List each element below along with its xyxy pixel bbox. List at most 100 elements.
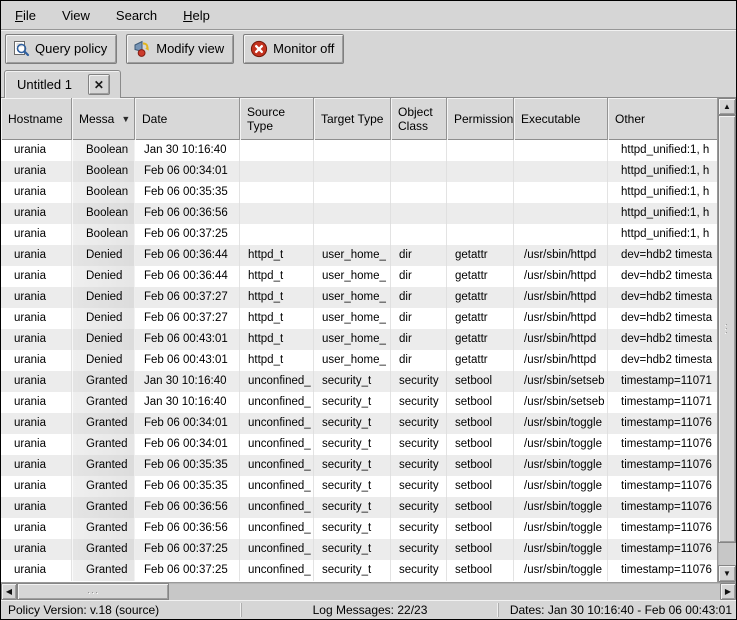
cell-hostname: urania — [1, 182, 72, 203]
table-row[interactable]: uraniaBooleanFeb 06 00:35:35httpd_unifie… — [1, 182, 717, 203]
table-row[interactable]: uraniaBooleanFeb 06 00:34:01httpd_unifie… — [1, 161, 717, 182]
column-header-executable[interactable]: Executable — [514, 98, 608, 140]
cell-permission: getattr — [447, 287, 514, 308]
cell-date: Jan 30 10:16:40 — [135, 392, 240, 413]
column-header-other[interactable]: Other — [608, 98, 717, 140]
cell-source_type: httpd_t — [240, 308, 314, 329]
cell-date: Feb 06 00:36:56 — [135, 518, 240, 539]
horizontal-scrollbar[interactable]: ◀ ··· ▶ — [1, 582, 736, 600]
table-row[interactable]: uraniaGrantedFeb 06 00:36:56unconfined_s… — [1, 518, 717, 539]
log-table: HostnameMessa▼DateSource Type Target Type… — [1, 98, 717, 582]
cell-target_type: security_t — [314, 497, 391, 518]
cell-executable: /usr/sbin/toggle — [514, 539, 608, 560]
toolbar-button-label: Modify view — [156, 41, 224, 56]
column-header-label: Target Type — [321, 112, 383, 126]
table-row[interactable]: uraniaBooleanJan 30 10:16:40httpd_unifie… — [1, 140, 717, 161]
cell-message: Boolean — [72, 161, 135, 182]
table-row[interactable]: uraniaBooleanFeb 06 00:36:56httpd_unifie… — [1, 203, 717, 224]
cell-message: Boolean — [72, 182, 135, 203]
cell-date: Jan 30 10:16:40 — [135, 371, 240, 392]
table-row[interactable]: uraniaDeniedFeb 06 00:37:27httpd_tuser_h… — [1, 308, 717, 329]
table-row[interactable]: uraniaDeniedFeb 06 00:36:44httpd_tuser_h… — [1, 266, 717, 287]
cell-object_class: security — [391, 476, 447, 497]
menu-search[interactable]: Search — [106, 4, 167, 27]
cell-source_type: unconfined_ — [240, 476, 314, 497]
cell-source_type: unconfined_ — [240, 497, 314, 518]
monitor-off-button[interactable]: Monitor off — [243, 34, 344, 64]
cell-executable: /usr/sbin/setseb — [514, 392, 608, 413]
modify-view-button[interactable]: Modify view — [126, 34, 234, 64]
cell-source_type: unconfined_ — [240, 371, 314, 392]
table-row[interactable]: uraniaGrantedFeb 06 00:37:25unconfined_s… — [1, 539, 717, 560]
cell-object_class — [391, 203, 447, 224]
vertical-scrollbar-trough[interactable] — [718, 543, 736, 565]
column-header-source_type[interactable]: Source Type — [240, 98, 314, 140]
cell-target_type — [314, 161, 391, 182]
table-row[interactable]: uraniaGrantedJan 30 10:16:40unconfined_s… — [1, 392, 717, 413]
scroll-left-arrow-icon[interactable]: ◀ — [1, 583, 17, 600]
cell-executable: /usr/sbin/httpd — [514, 308, 608, 329]
cell-other: httpd_unified:1, h — [608, 161, 717, 182]
column-header-date[interactable]: Date — [135, 98, 240, 140]
menu-bar: File View Search Help — [1, 1, 736, 30]
menu-view[interactable]: View — [52, 4, 100, 27]
status-bar: Policy Version: v.18 (source) Log Messag… — [1, 600, 736, 619]
cell-target_type: security_t — [314, 560, 391, 581]
cell-source_type: httpd_t — [240, 329, 314, 350]
menu-help[interactable]: Help — [173, 4, 220, 27]
table-row[interactable]: uraniaDeniedFeb 06 00:43:01httpd_tuser_h… — [1, 350, 717, 371]
table-row[interactable]: uraniaDeniedFeb 06 00:43:01httpd_tuser_h… — [1, 329, 717, 350]
cell-object_class — [391, 182, 447, 203]
table-row[interactable]: uraniaGrantedFeb 06 00:34:01unconfined_s… — [1, 413, 717, 434]
column-header-permission[interactable]: Permission — [447, 98, 514, 140]
tab-untitled-1[interactable]: Untitled 1 ✕ — [4, 70, 121, 98]
cell-target_type: security_t — [314, 455, 391, 476]
cell-target_type: user_home_ — [314, 329, 391, 350]
table-row[interactable]: uraniaGrantedFeb 06 00:34:01unconfined_s… — [1, 434, 717, 455]
column-header-target_type[interactable]: Target Type — [314, 98, 391, 140]
horizontal-scrollbar-thumb[interactable]: ··· — [17, 583, 169, 600]
cell-hostname: urania — [1, 287, 72, 308]
cell-hostname: urania — [1, 476, 72, 497]
cell-other: httpd_unified:1, h — [608, 203, 717, 224]
vertical-scrollbar[interactable]: ▲ ··· ▼ — [717, 98, 736, 582]
cell-executable: /usr/sbin/httpd — [514, 329, 608, 350]
cell-hostname: urania — [1, 371, 72, 392]
cell-date: Feb 06 00:34:01 — [135, 413, 240, 434]
cell-permission: setbool — [447, 497, 514, 518]
table-row[interactable]: uraniaBooleanFeb 06 00:37:25httpd_unifie… — [1, 224, 717, 245]
cell-source_type: unconfined_ — [240, 434, 314, 455]
vertical-scrollbar-thumb[interactable]: ··· — [718, 115, 736, 543]
query-policy-button[interactable]: Query policy — [5, 34, 117, 64]
cell-object_class: dir — [391, 266, 447, 287]
cell-other: timestamp=11076 — [608, 434, 717, 455]
cell-permission — [447, 224, 514, 245]
cell-message: Granted — [72, 455, 135, 476]
cell-target_type — [314, 182, 391, 203]
column-header-object_class[interactable]: Object Class — [391, 98, 447, 140]
table-row[interactable]: uraniaGrantedFeb 06 00:35:35unconfined_s… — [1, 455, 717, 476]
cell-other: dev=hdb2 timesta — [608, 308, 717, 329]
toolbar-button-label: Query policy — [35, 41, 107, 56]
cell-target_type: user_home_ — [314, 350, 391, 371]
table-row[interactable]: uraniaGrantedFeb 06 00:37:25unconfined_s… — [1, 560, 717, 581]
toolbar-button-label: Monitor off — [273, 41, 334, 56]
cell-permission: setbool — [447, 539, 514, 560]
table-row[interactable]: uraniaDeniedFeb 06 00:37:27httpd_tuser_h… — [1, 287, 717, 308]
tab-close-button[interactable]: ✕ — [88, 74, 110, 95]
menu-file[interactable]: File — [5, 4, 46, 27]
scroll-up-arrow-icon[interactable]: ▲ — [718, 98, 736, 115]
table-row[interactable]: uraniaGrantedFeb 06 00:36:56unconfined_s… — [1, 497, 717, 518]
column-header-hostname[interactable]: Hostname — [1, 98, 72, 140]
table-row[interactable]: uraniaGrantedJan 30 10:16:40unconfined_s… — [1, 371, 717, 392]
scroll-down-arrow-icon[interactable]: ▼ — [718, 565, 736, 582]
log-view-page: HostnameMessa▼DateSource Type Target Type… — [1, 97, 736, 582]
column-header-message[interactable]: Messa▼ — [72, 98, 135, 140]
scroll-right-arrow-icon[interactable]: ▶ — [720, 583, 736, 600]
table-row[interactable]: uraniaGrantedFeb 06 00:35:35unconfined_s… — [1, 476, 717, 497]
cell-message: Denied — [72, 266, 135, 287]
horizontal-scrollbar-trough[interactable] — [169, 583, 720, 600]
cell-hostname: urania — [1, 560, 72, 581]
table-row[interactable]: uraniaDeniedFeb 06 00:36:44httpd_tuser_h… — [1, 245, 717, 266]
cell-object_class: dir — [391, 287, 447, 308]
